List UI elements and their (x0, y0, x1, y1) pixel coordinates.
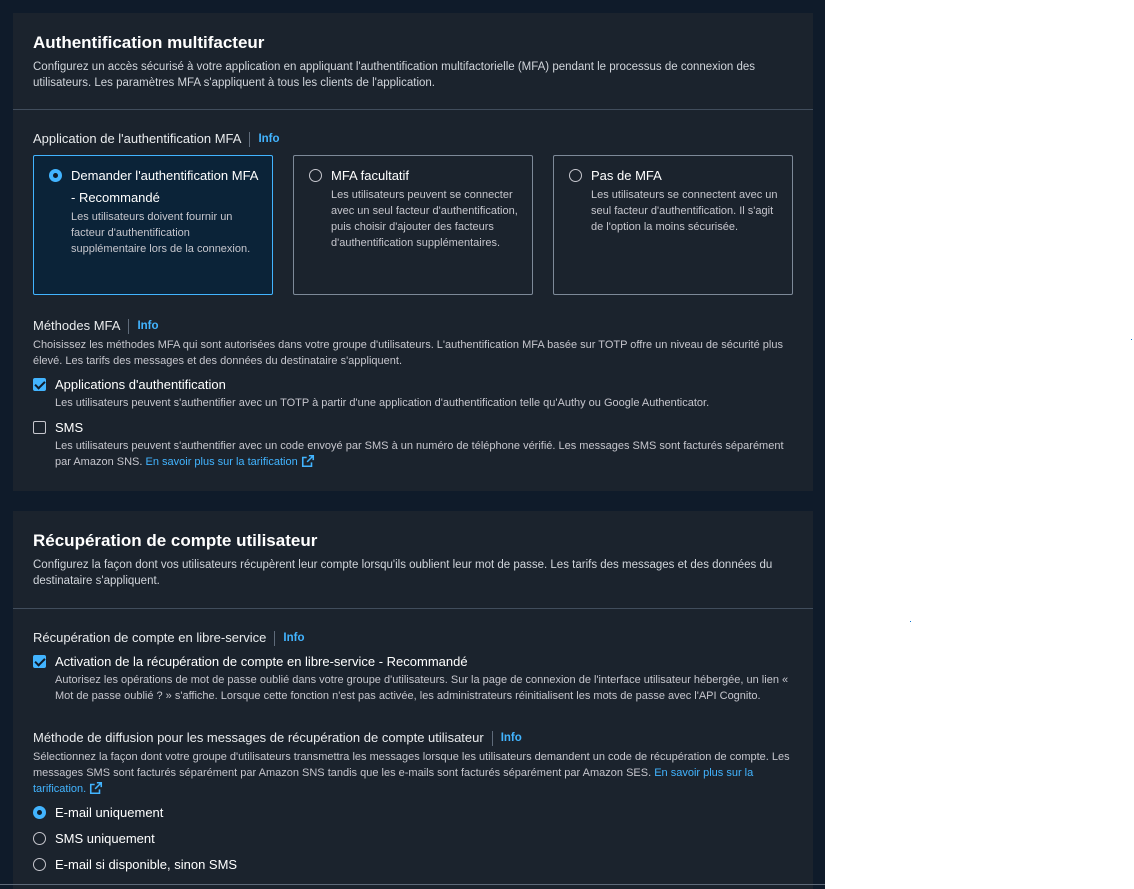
radio-require-mfa[interactable] (49, 169, 62, 182)
external-link-icon (90, 781, 103, 795)
delivery-option-email-else-sms-label: E-mail si disponible, sinon SMS (55, 856, 238, 872)
delivery-option-sms-label: SMS uniquement (55, 830, 155, 846)
method-sms-title: SMS (55, 420, 84, 435)
radio-email-only[interactable] (33, 805, 46, 819)
mfa-enforcement-info-link[interactable]: Info (258, 130, 279, 148)
delivery-options: E-mail uniquement SMS uniquement E-mail … (33, 799, 793, 877)
mfa-enforcement-label: Application de l'authentification MFA In… (33, 130, 793, 148)
tile-optional-mfa-description: Les utilisateurs peuvent se connecter av… (331, 189, 518, 249)
self-service-label-text: Récupération de compte en libre-service (33, 630, 267, 645)
mfa-header: Authentification multifacteur Configurez… (13, 13, 813, 110)
tile-optional-mfa[interactable]: MFA facultatif Les utilisateurs peuvent … (293, 155, 533, 295)
checkbox-sms[interactable] (33, 421, 46, 434)
divider (249, 131, 251, 147)
checkbox-self-service[interactable] (33, 655, 46, 668)
tile-no-mfa-description: Les utilisateurs se connectent avec un s… (591, 189, 778, 233)
recovery-title: Récupération de compte utilisateur (33, 531, 318, 550)
mfa-title: Authentification multifacteur (33, 33, 265, 52)
divider (491, 730, 493, 746)
mfa-container: Authentification multifacteur Configurez… (13, 13, 813, 491)
tile-require-mfa-description: Les utilisateurs doivent fournir un fact… (71, 211, 251, 255)
stray-pixel (1131, 339, 1132, 340)
delivery-option-email-label: E-mail uniquement (55, 804, 164, 820)
mfa-enforcement-label-text: Application de l'authentification MFA (33, 131, 242, 146)
divider (128, 318, 130, 334)
sms-pricing-link[interactable]: En savoir plus sur la tarification (145, 454, 315, 468)
sms-pricing-link-text: En savoir plus sur la tarification (145, 456, 298, 468)
method-authenticator-apps-title: Applications d'authentification (55, 377, 226, 392)
mfa-description: Configurez un accès sécurisé à votre app… (33, 61, 756, 89)
self-service-label: Récupération de compte en libre-service … (33, 629, 793, 647)
method-authenticator-apps-description: Les utilisateurs peuvent s'authentifier … (55, 397, 710, 409)
recovery-header: Récupération de compte utilisateur Confi… (13, 511, 813, 609)
recovery-body: Récupération de compte en libre-service … (13, 609, 813, 889)
tile-optional-mfa-title: MFA facultatif (331, 168, 410, 183)
delivery-label: Méthode de diffusion pour les messages d… (33, 729, 793, 747)
delivery-description-wrap: Sélectionnez la façon dont votre groupe … (33, 749, 793, 797)
tile-no-mfa[interactable]: Pas de MFA Les utilisateurs se connecten… (553, 155, 793, 295)
delivery-option-sms[interactable]: SMS uniquement (33, 825, 793, 851)
delivery-option-email-else-sms[interactable]: E-mail si disponible, sinon SMS (33, 851, 793, 877)
self-service-option[interactable]: Activation de la récupération de compte … (33, 653, 793, 704)
tile-no-mfa-title: Pas de MFA (591, 168, 662, 183)
tile-require-mfa-title: Demander l'authentification MFA - Recomm… (71, 168, 258, 205)
radio-optional-mfa[interactable] (309, 169, 322, 182)
app-window: Authentification multifacteur Configurez… (0, 0, 825, 889)
recovery-container: Récupération de compte utilisateur Confi… (13, 511, 813, 889)
self-service-option-title: Activation de la récupération de compte … (55, 654, 468, 669)
tile-require-mfa[interactable]: Demander l'authentification MFA - Recomm… (33, 155, 273, 295)
method-sms-description-wrap: Les utilisateurs peuvent s'authentifier … (55, 438, 793, 470)
recovery-description: Configurez la façon dont vos utilisateur… (33, 559, 773, 587)
delivery-info-link[interactable]: Info (501, 729, 522, 747)
stray-pixel (910, 621, 911, 622)
bottom-divider (0, 884, 825, 885)
mfa-methods-description: Choisissez les méthodes MFA qui sont aut… (33, 339, 783, 367)
mfa-methods-info-link[interactable]: Info (137, 317, 158, 335)
self-service-option-description: Autorisez les opérations de mot de passe… (55, 674, 789, 702)
mfa-body: Application de l'authentification MFA In… (13, 110, 813, 490)
method-sms[interactable]: SMS Les utilisateurs peuvent s'authentif… (33, 419, 793, 470)
self-service-info-link[interactable]: Info (283, 629, 304, 647)
external-link-icon (301, 454, 314, 468)
mfa-methods-label: Méthodes MFA Info (33, 317, 793, 335)
mfa-enforcement-tiles: Demander l'authentification MFA - Recomm… (33, 155, 793, 295)
radio-no-mfa[interactable] (569, 169, 582, 182)
delivery-label-text: Méthode de diffusion pour les messages d… (33, 730, 484, 745)
delivery-option-email[interactable]: E-mail uniquement (33, 799, 793, 825)
mfa-methods-label-text: Méthodes MFA (33, 318, 121, 333)
method-authenticator-apps[interactable]: Applications d'authentification Les util… (33, 376, 793, 411)
checkbox-authenticator-apps[interactable] (33, 378, 46, 391)
radio-sms-only[interactable] (33, 831, 46, 845)
radio-email-else-sms[interactable] (33, 857, 46, 871)
divider (274, 630, 276, 646)
